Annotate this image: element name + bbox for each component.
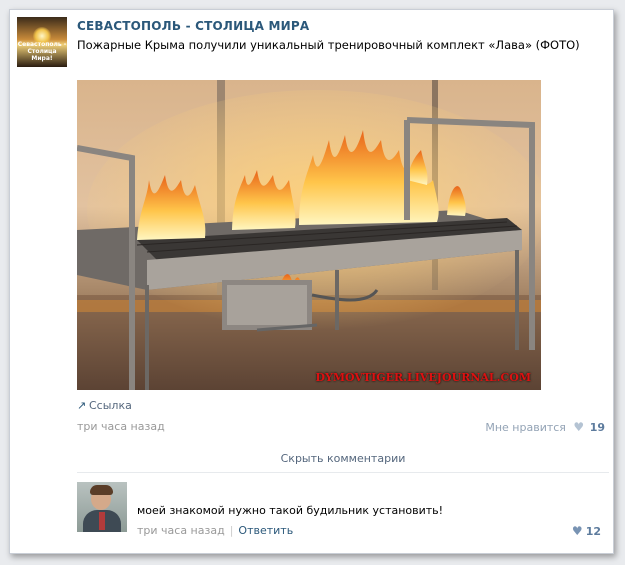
comment-like-count: 12: [585, 525, 601, 538]
post-photo[interactable]: DYMOVTIGER.LIVEJOURNAL.COM: [77, 80, 541, 390]
hide-comments-link[interactable]: Скрыть комментарии: [77, 446, 609, 473]
avatar-hair: [90, 485, 113, 495]
group-name-link[interactable]: СЕВАСТОПОЛЬ - СТОЛИЦА МИРА: [77, 19, 309, 33]
post-timestamp[interactable]: три часа назад: [77, 420, 165, 433]
post-card: Севастополь - Столица Мира! СЕВАСТОПОЛЬ …: [9, 9, 614, 554]
photo-watermark: DYMOVTIGER.LIVEJOURNAL.COM: [315, 371, 531, 384]
post-like-button[interactable]: Мне нравится ♥ 19: [485, 420, 605, 434]
fire-training-photo: [77, 80, 541, 390]
avatar-tie: [99, 512, 105, 530]
commenter-avatar[interactable]: [77, 482, 127, 532]
avatar-caption: Севастополь - Столица Мира!: [17, 41, 67, 62]
comment-timestamp[interactable]: три часа назад: [137, 524, 225, 537]
like-label: Мне нравится: [485, 421, 566, 434]
comment-meta-separator: |: [229, 524, 234, 537]
post-text: Пожарные Крыма получили уникальный трени…: [77, 38, 580, 52]
comment-like-button[interactable]: ♥ 12: [572, 524, 601, 538]
comment-meta: три часа назад | Ответить: [137, 524, 293, 537]
reply-button[interactable]: Ответить: [238, 524, 293, 537]
post-meta: три часа назад Мне нравится ♥ 19: [77, 420, 609, 436]
share-link[interactable]: ↗ Ссылка: [77, 399, 132, 412]
group-avatar[interactable]: Севастополь - Столица Мира!: [17, 17, 67, 67]
post-like-count: 19: [589, 421, 605, 434]
heart-icon: ♥: [571, 524, 583, 538]
link-arrow-icon: ↗: [77, 399, 87, 412]
comment-text: моей знакомой нужно такой будильник уста…: [137, 504, 444, 517]
share-link-label: Ссылка: [89, 399, 132, 412]
heart-icon: ♥: [573, 420, 585, 434]
